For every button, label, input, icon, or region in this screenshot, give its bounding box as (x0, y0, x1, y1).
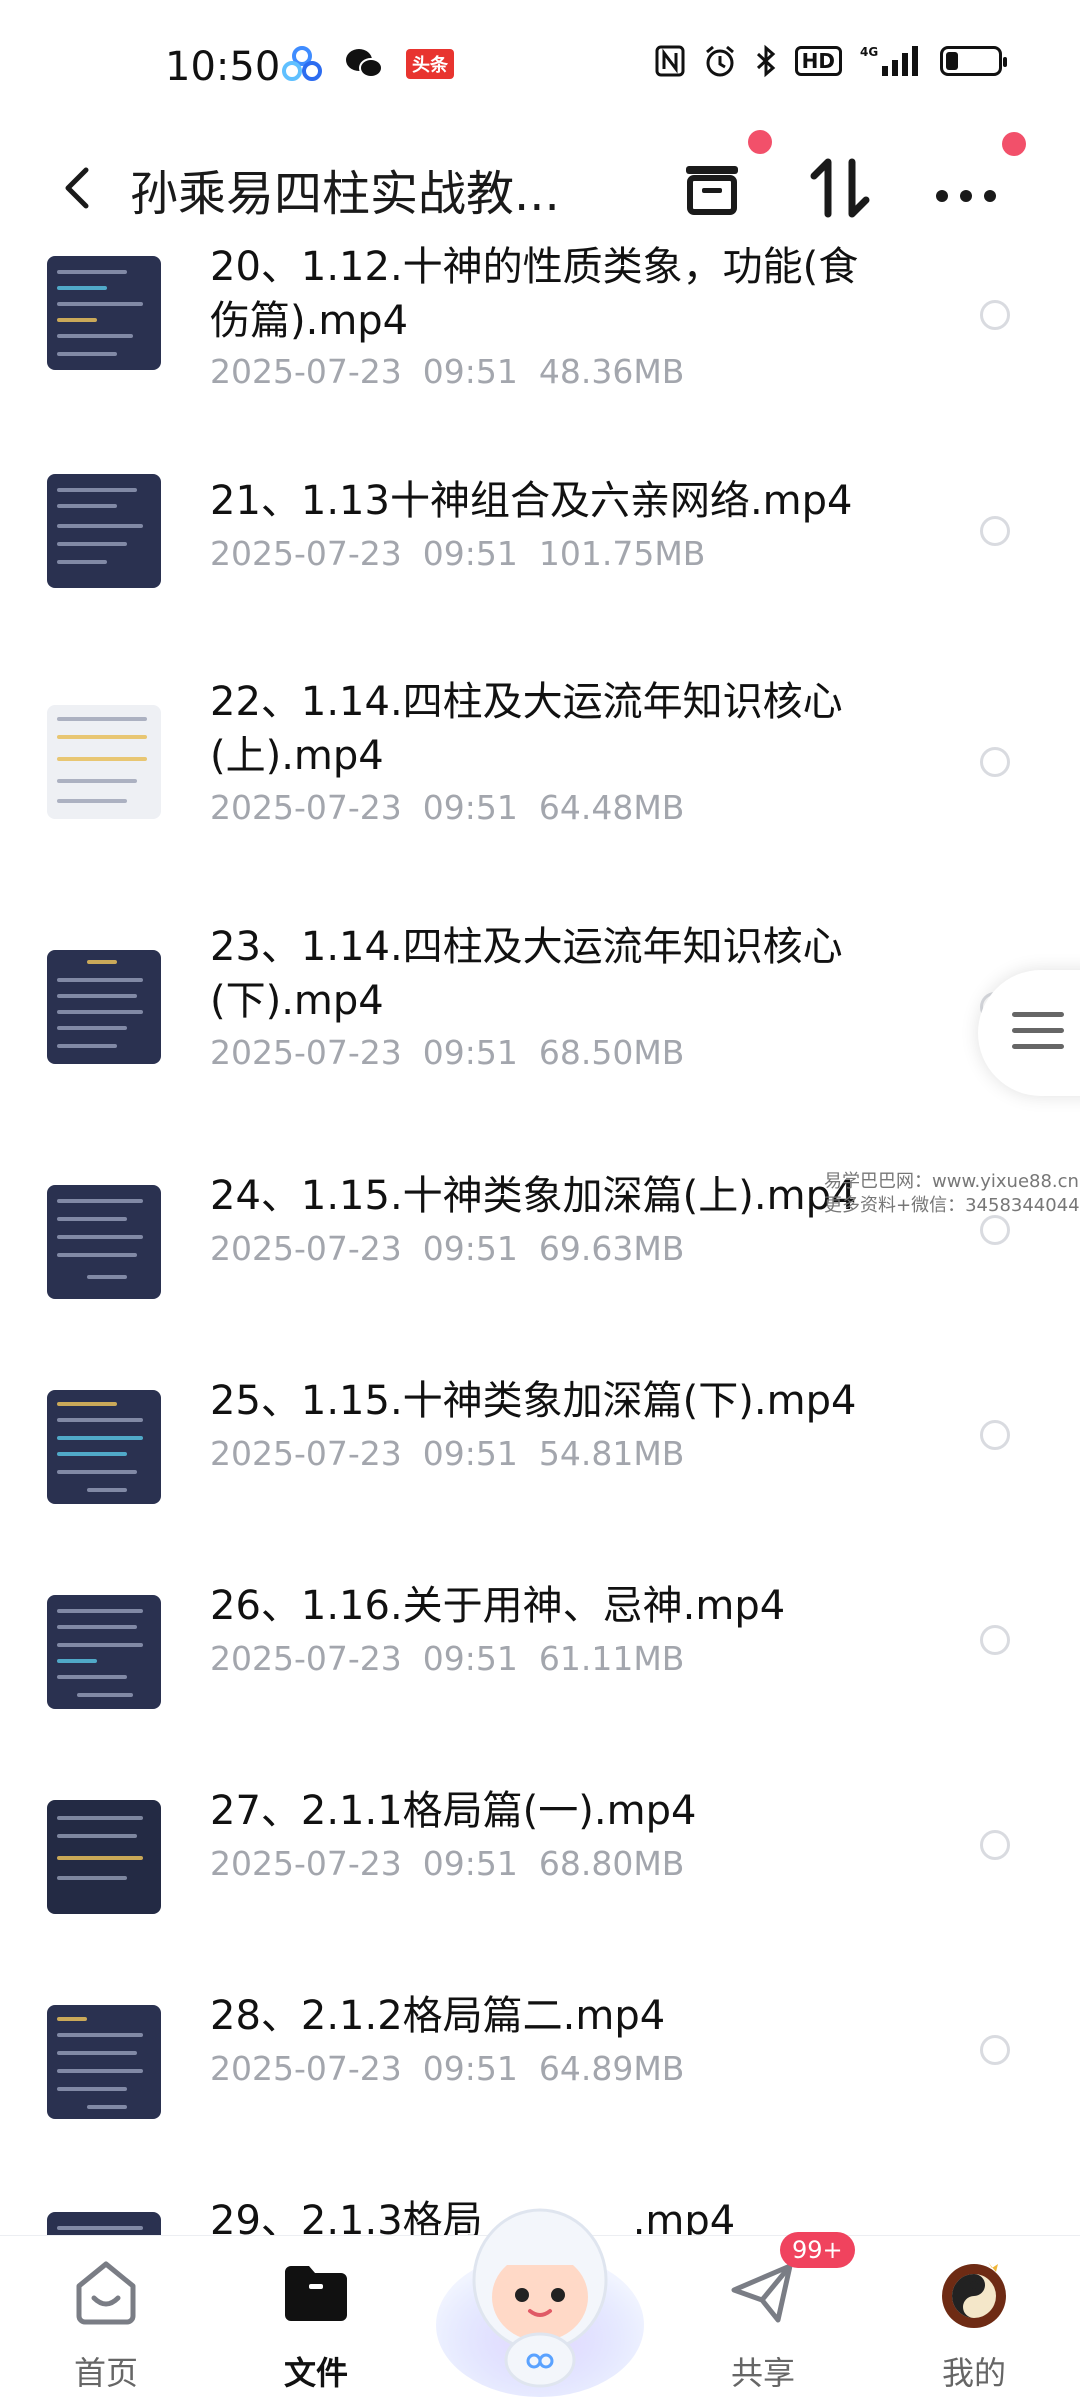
more-icon[interactable] (926, 148, 1006, 228)
status-bar: 10:50 头条 HD 4G (0, 0, 1080, 130)
file-meta: 2025-07-23 09:51 48.36MB (210, 352, 685, 391)
file-name: 24、1.15.十神类象加深篇(上).mp4 (210, 1173, 857, 1219)
watermark: 易学巴巴网：www.yixue88.cn 更多资料+微信：3458344044 (824, 1171, 1080, 1216)
video-thumbnail (47, 256, 161, 370)
list-item[interactable]: 27、2.1.1格局篇(一).mp4 2025-07-23 09:51 68.8… (0, 1780, 1080, 1960)
list-item[interactable]: 28、2.1.2格局篇二.mp4 2025-07-23 09:51 64.89M… (0, 1985, 1080, 2165)
video-thumbnail (47, 1595, 161, 1709)
home-icon (76, 2261, 136, 2325)
file-name: 20、1.12.十神的性质类象，功能(食伤篇).mp4 (210, 244, 859, 344)
file-meta: 2025-07-23 09:51 69.63MB (210, 1229, 685, 1268)
select-radio[interactable] (980, 300, 1010, 330)
file-meta: 2025-07-23 09:51 68.50MB (210, 1033, 685, 1072)
list-item[interactable]: 26、1.16.关于用神、忌神.mp4 2025-07-23 09:51 61.… (0, 1575, 1080, 1755)
file-meta: 2025-07-23 09:51 101.75MB (210, 534, 706, 573)
file-name: 28、2.1.2格局篇二.mp4 (210, 1993, 666, 2039)
nfc-icon (655, 45, 685, 77)
select-radio[interactable] (980, 1625, 1010, 1655)
video-thumbnail (47, 950, 161, 1064)
list-item[interactable]: 25、1.15.十神类象加深篇(下).mp4 2025-07-23 09:51 … (0, 1370, 1080, 1550)
archive-icon[interactable] (672, 148, 752, 228)
cloud-app-icon (282, 46, 322, 81)
svg-text:4G: 4G (860, 45, 878, 59)
video-thumbnail (47, 2212, 161, 2235)
toutiao-badge: 头条 (406, 49, 454, 79)
file-meta: 2025-07-23 09:51 64.48MB (210, 788, 685, 827)
file-meta: 2025-07-23 09:51 54.81MB (210, 1434, 685, 1473)
status-time: 10:50 (165, 44, 281, 90)
file-name: 21、1.13十神组合及六亲网络.mp4 (210, 478, 853, 524)
bluetooth-icon (756, 44, 775, 78)
file-meta: 2025-07-23 09:51 64.89MB (210, 2049, 685, 2088)
file-name: 27、2.1.1格局篇(一).mp4 (210, 1788, 697, 1834)
share-count-badge: 99+ (780, 2232, 855, 2268)
video-thumbnail (47, 1185, 161, 1299)
select-radio[interactable] (980, 1830, 1010, 1860)
select-radio[interactable] (980, 747, 1010, 777)
file-name: 26、1.16.关于用神、忌神.mp4 (210, 1583, 786, 1629)
tab-label: 文件 (283, 2354, 348, 2392)
select-radio[interactable] (980, 1420, 1010, 1450)
video-thumbnail (47, 474, 161, 588)
tab-label: 共享 (730, 2354, 795, 2392)
list-item[interactable]: 23、1.14.四柱及大运流年知识核心(下).mp4 2025-07-23 09… (0, 920, 1080, 1140)
video-thumbnail (47, 2005, 161, 2119)
assistant-mascot-icon[interactable] (430, 2185, 650, 2400)
list-item[interactable]: 22、1.14.四柱及大运流年知识核心(上).mp4 2025-07-23 09… (0, 675, 1080, 895)
tab-mine[interactable]: 我的 (894, 2236, 1054, 2401)
video-thumbnail (47, 1800, 161, 1914)
file-meta: 2025-07-23 09:51 68.80MB (210, 1844, 685, 1883)
list-item[interactable]: 20、1.12.十神的性质类象，功能(食伤篇).mp4 2025-07-23 0… (0, 240, 1080, 432)
status-system-icons: HD 4G (655, 44, 1007, 78)
paper-plane-icon (731, 2263, 793, 2323)
hd-icon: HD (794, 46, 842, 76)
wechat-icon (346, 49, 383, 78)
file-name: 25、1.15.十神类象加深篇(下).mp4 (210, 1378, 857, 1424)
top-app-bar: 孙乘易四柱实战教... (0, 130, 1080, 250)
tab-home[interactable]: 首页 (26, 2236, 186, 2401)
file-list: 20、1.12.十神的性质类象，功能(食伤篇).mp4 2025-07-23 0… (0, 240, 1080, 2235)
video-thumbnail (47, 1390, 161, 1504)
chevron-left-icon[interactable] (50, 158, 110, 218)
select-radio[interactable] (980, 1215, 1010, 1245)
sort-icon[interactable] (800, 148, 880, 228)
select-radio[interactable] (980, 516, 1010, 546)
file-name: 23、1.14.四柱及大运流年知识核心(下).mp4 (210, 924, 843, 1024)
file-name: 22、1.14.四柱及大运流年知识核心(上).mp4 (210, 679, 843, 779)
list-item[interactable]: 21、1.13十神组合及六亲网络.mp4 2025-07-23 09:51 10… (0, 460, 1080, 640)
battery-icon (940, 46, 1007, 76)
tab-label: 我的 (941, 2354, 1006, 2392)
file-meta: 2025-07-23 09:51 61.11MB (210, 1639, 685, 1678)
alarm-icon (705, 45, 734, 77)
folder-icon (285, 2266, 347, 2321)
archive-notification-dot (748, 130, 772, 154)
select-radio[interactable] (980, 2035, 1010, 2065)
status-notification-icons: 头条 (282, 46, 454, 82)
video-thumbnail (47, 705, 161, 819)
signal-icon: 4G (860, 45, 918, 76)
tab-files[interactable]: 文件 (236, 2236, 396, 2401)
more-notification-dot (1002, 132, 1026, 156)
page-title: 孙乘易四柱实战教... (130, 166, 560, 222)
tab-label: 首页 (73, 2354, 138, 2392)
profile-avatar-icon (942, 2262, 1006, 2328)
